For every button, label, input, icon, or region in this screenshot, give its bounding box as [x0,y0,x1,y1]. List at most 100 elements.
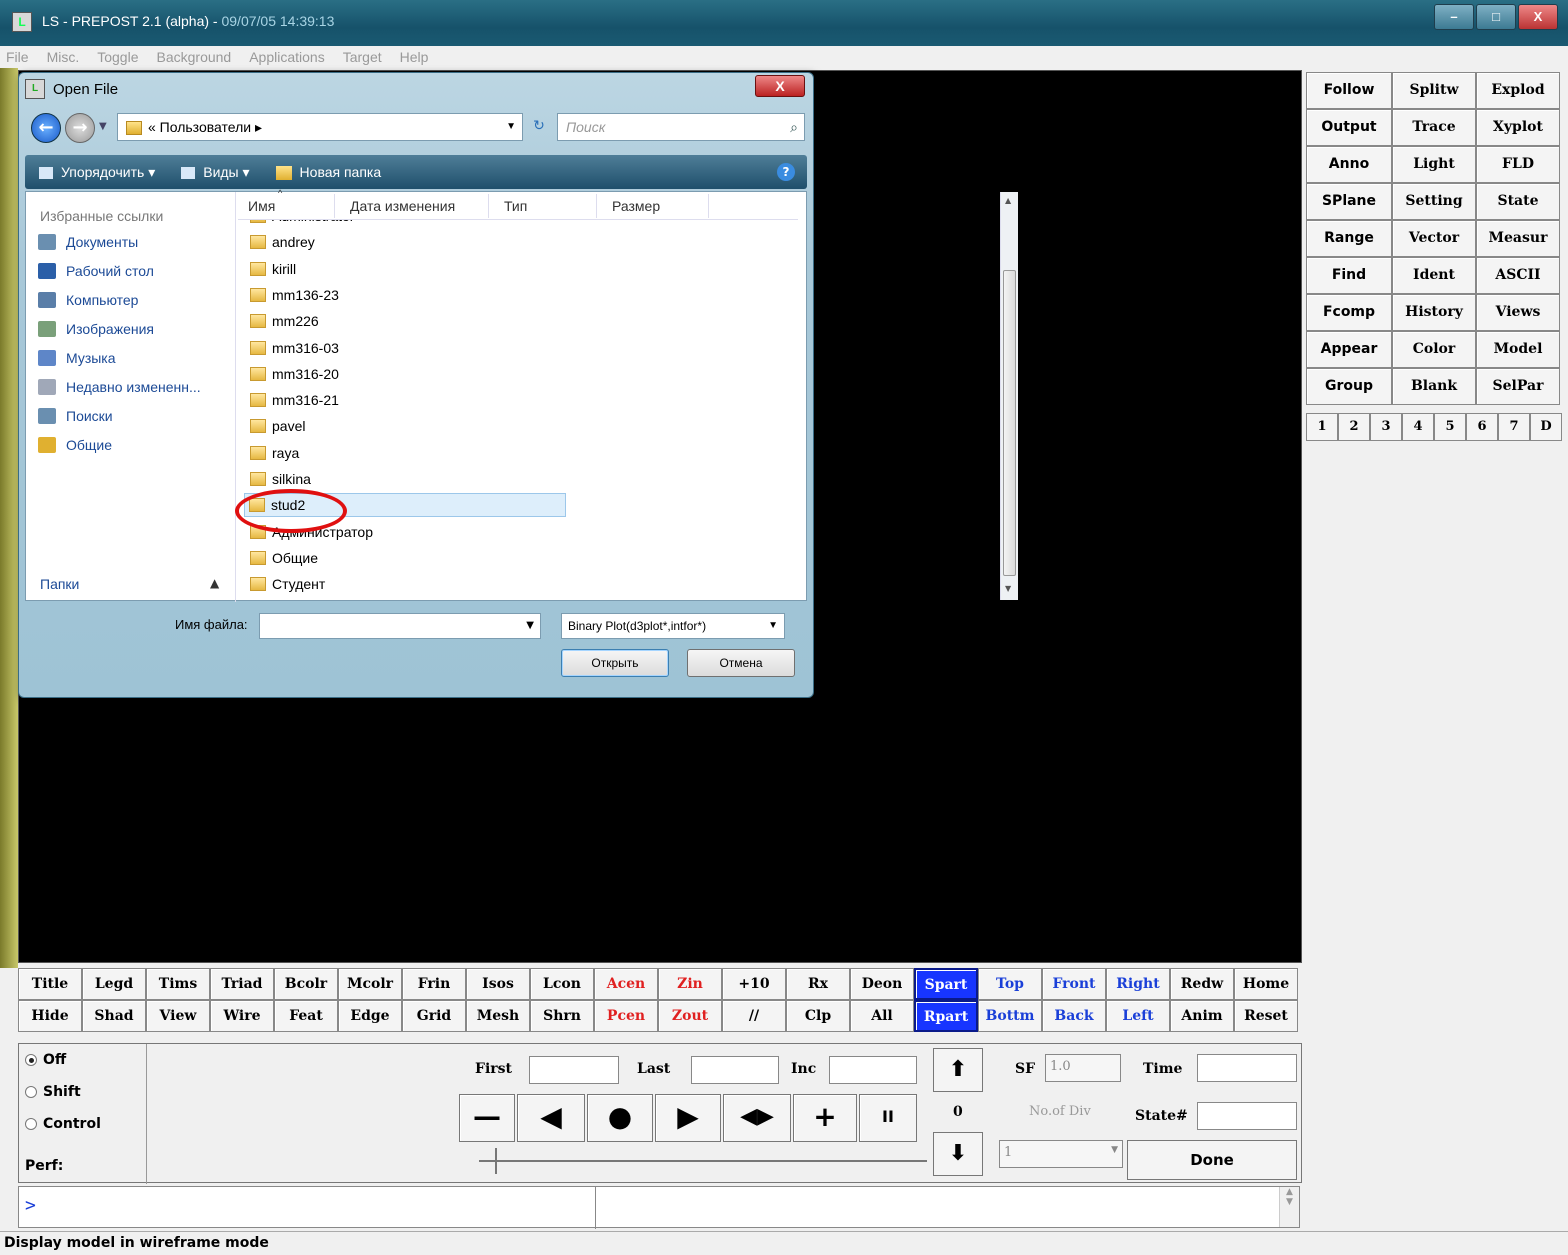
page-tab-3[interactable]: 3 [1370,413,1402,441]
toolbar-button-mesh[interactable]: Mesh [466,1000,530,1032]
sf-input[interactable]: 1.0 [1045,1054,1121,1082]
column-divider[interactable] [488,194,489,218]
open-button[interactable]: Открыть [561,649,669,677]
toolbar-button-shrn[interactable]: Shrn [530,1000,594,1032]
toolbar-button-isos[interactable]: Isos [466,968,530,1000]
toolbar-button-back[interactable]: Back [1042,1000,1106,1032]
menu-misc[interactable]: Misc. [47,46,80,68]
menu-help[interactable]: Help [400,46,429,68]
panel-button-light[interactable]: Light [1392,146,1476,183]
panel-button-trace[interactable]: Trace [1392,109,1476,146]
panel-button-setting[interactable]: Setting [1392,183,1476,220]
column-date-modified[interactable]: Дата изменения [350,198,455,214]
stop-button[interactable]: ● [587,1094,653,1142]
file-item[interactable]: Общие [250,546,318,570]
search-icon[interactable]: ⌕ [790,114,798,140]
nav-item-2[interactable]: Рабочий стол [38,263,154,279]
panel-button-follow[interactable]: Follow [1306,72,1392,109]
column-name[interactable]: Имя [248,198,275,214]
panel-button-output[interactable]: Output [1306,109,1392,146]
toolbar-button-sym[interactable]: // [722,1000,786,1032]
forward-arrow-icon[interactable]: → [65,113,95,143]
toolbar-button-triad[interactable]: Triad [210,968,274,1000]
file-item[interactable]: mm316-21 [250,388,339,412]
frame-slider[interactable] [479,1148,927,1174]
organize-button[interactable]: Упорядочить ▾ [39,164,155,181]
toolbar-button-top[interactable]: Top [978,968,1042,1000]
last-input[interactable] [691,1056,779,1084]
scroll-down-icon[interactable]: ▼ [1005,584,1011,593]
toolbar-button-redw[interactable]: Redw [1170,968,1234,1000]
up-arrow-button[interactable]: ⬆ [933,1048,983,1092]
file-item[interactable]: mm226 [250,309,319,333]
panel-button-fcomp[interactable]: Fcomp [1306,294,1392,331]
refresh-icon[interactable]: ↻ [527,115,551,139]
file-item[interactable]: Administrator [250,220,354,228]
nav-item-7[interactable]: Поиски [38,408,113,424]
down-arrow-button[interactable]: ⬇ [933,1132,983,1176]
toolbar-button-shad[interactable]: Shad [82,1000,146,1032]
file-item[interactable]: raya [250,441,299,465]
nav-item-4[interactable]: Изображения [38,321,154,337]
toolbar-button-left[interactable]: Left [1106,1000,1170,1032]
toolbar-button-lcon[interactable]: Lcon [530,968,594,1000]
time-input[interactable] [1197,1054,1297,1082]
file-item[interactable]: mm316-03 [250,336,339,360]
file-list-scrollbar[interactable]: ▲ ▼ [1000,192,1018,600]
help-icon[interactable]: ? [777,163,795,181]
menu-background[interactable]: Background [157,46,232,68]
page-tab-2[interactable]: 2 [1338,413,1370,441]
minimize-button[interactable]: – [1434,4,1474,30]
chevron-down-icon[interactable]: ▼ [526,620,534,631]
toolbar-button-home[interactable]: Home [1234,968,1298,1000]
panel-button-measur[interactable]: Measur [1476,220,1560,257]
panel-button-fld[interactable]: FLD [1476,146,1560,183]
new-folder-button[interactable]: Новая папка [275,164,381,181]
panel-button-blank[interactable]: Blank [1392,368,1476,405]
toolbar-button-mcolr[interactable]: Mcolr [338,968,402,1000]
panel-button-splane[interactable]: SPlane [1306,183,1392,220]
panel-button-find[interactable]: Find [1306,257,1392,294]
inc-input[interactable] [829,1056,917,1084]
toolbar-button-wire[interactable]: Wire [210,1000,274,1032]
minus-button[interactable]: — [459,1094,515,1142]
toolbar-button-legd[interactable]: Legd [82,968,146,1000]
radio-off[interactable]: Off [25,1052,66,1068]
close-button[interactable]: X [1518,4,1558,30]
dialog-close-button[interactable]: X [755,75,805,97]
cancel-button[interactable]: Отмена [687,649,795,677]
state-input[interactable] [1197,1102,1297,1130]
column-divider[interactable] [708,194,709,218]
first-input[interactable] [529,1056,619,1084]
nav-item-6[interactable]: Недавно измененн... [38,379,201,395]
panel-button-xyplot[interactable]: Xyplot [1476,109,1560,146]
toolbar-button-frin[interactable]: Frin [402,968,466,1000]
menu-target[interactable]: Target [343,46,382,68]
toolbar-button-hide[interactable]: Hide [18,1000,82,1032]
search-input[interactable]: Поиск ⌕ [557,113,805,141]
toolbar-button-grid[interactable]: Grid [402,1000,466,1032]
done-button[interactable]: Done [1127,1140,1297,1180]
page-tab-7[interactable]: 7 [1498,413,1530,441]
toolbar-button-bottm[interactable]: Bottm [978,1000,1042,1032]
toolbar-button-front[interactable]: Front [1042,968,1106,1000]
folders-toggle[interactable]: Папки [40,576,79,592]
scroll-up-icon[interactable]: ▲ [1005,196,1011,205]
panel-button-ascii[interactable]: ASCII [1476,257,1560,294]
file-item[interactable]: Студент [250,572,325,596]
file-item[interactable]: andrey [250,230,315,254]
menu-file[interactable]: File [6,46,29,68]
views-button[interactable]: Виды ▾ [181,164,250,181]
file-item[interactable]: kirill [250,257,296,281]
page-tab-4[interactable]: 4 [1402,413,1434,441]
menu-applications[interactable]: Applications [249,46,325,68]
chevron-down-icon[interactable]: ▼ [768,614,778,638]
column-divider[interactable] [596,194,597,218]
toolbar-button-right[interactable]: Right [1106,968,1170,1000]
panel-button-ident[interactable]: Ident [1392,257,1476,294]
toolbar-button-reset[interactable]: Reset [1234,1000,1298,1032]
toolbar-button-feat[interactable]: Feat [274,1000,338,1032]
filetype-select[interactable]: Binary Plot(d3plot*,intfor*) ▼ [561,613,785,639]
radio-shift[interactable]: Shift [25,1084,81,1100]
toolbar-button-title[interactable]: Title [18,968,82,1000]
